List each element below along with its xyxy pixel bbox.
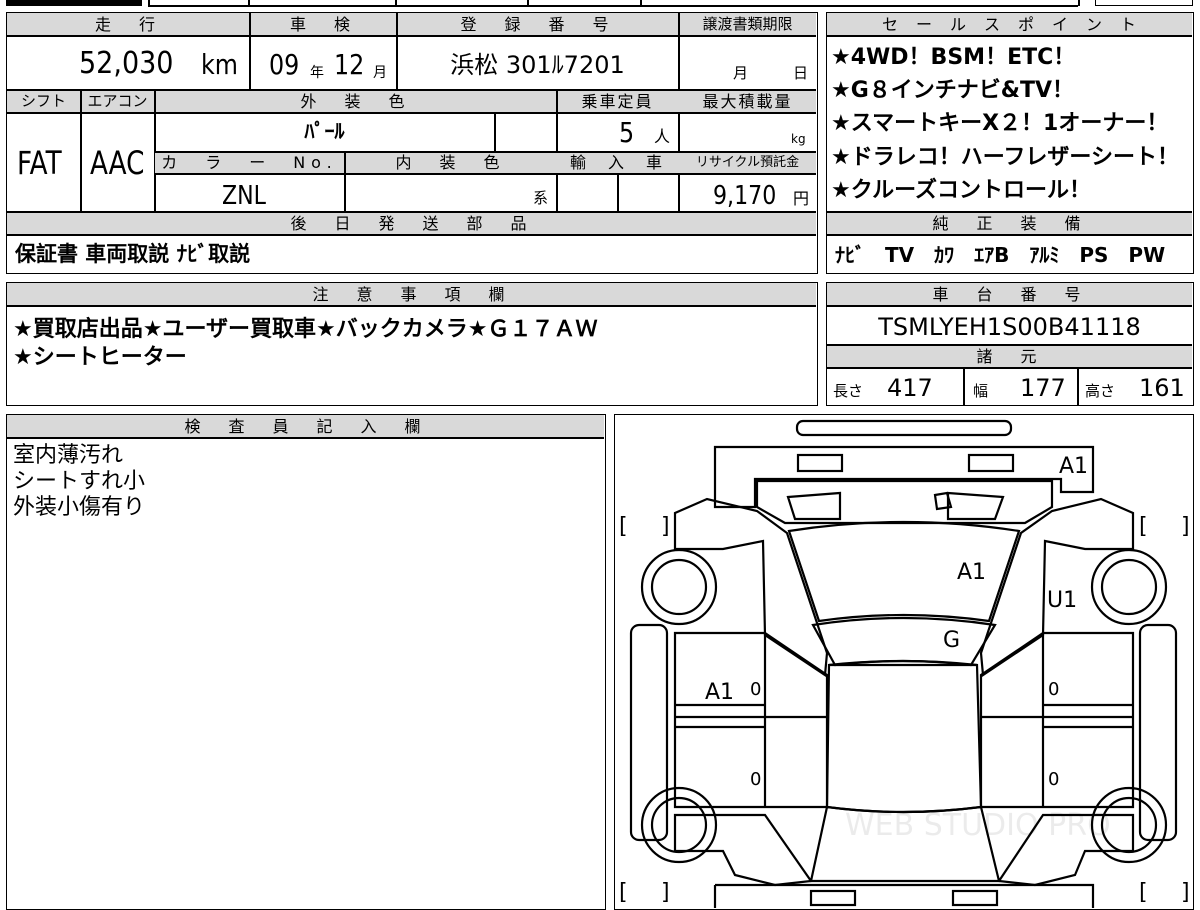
mileage-value: 52,030 bbox=[79, 46, 174, 81]
bracket-right-top-close: ] bbox=[1181, 514, 1190, 539]
width-label: 幅 bbox=[973, 382, 989, 400]
inspection-year: 09 bbox=[269, 48, 300, 81]
inspector-header: 検 査 員 記 入 欄 bbox=[184, 417, 427, 436]
door-mark-right-rear: 0 bbox=[1048, 769, 1059, 790]
interior-color-suffix: 系 bbox=[533, 189, 549, 207]
width-value: 177 bbox=[1020, 374, 1066, 402]
exterior-color-header: 外 装 色 bbox=[300, 92, 411, 111]
watermark: WEB STUDIO PRO bbox=[845, 808, 1111, 843]
door-mark-right-front: 0 bbox=[1048, 679, 1059, 700]
inspector-panel: 検 査 員 記 入 欄 室内薄汚れ シートすれ小 外装小傷有り bbox=[6, 414, 606, 910]
bracket-left-bottom-open: [ bbox=[619, 880, 628, 905]
chassis-number: TSMLYEH1S00B41118 bbox=[878, 313, 1141, 341]
damage-mark-windshield: G bbox=[943, 628, 960, 653]
inspection-month-unit: 月 bbox=[373, 65, 387, 81]
notes-line: ★シートヒーター bbox=[13, 345, 187, 370]
capacity-unit: 人 bbox=[654, 127, 671, 146]
height-value: 161 bbox=[1139, 374, 1185, 402]
sales-point-item: ★4WD！BSM！ETC！ bbox=[831, 45, 1076, 70]
registration-header: 登 録 番 号 bbox=[460, 15, 615, 34]
aircon-header: エアコン bbox=[87, 92, 148, 110]
inspector-note: 外装小傷有り bbox=[13, 495, 146, 520]
bracket-right-bottom-open: [ bbox=[1139, 880, 1148, 905]
bracket-right-bottom-close: ] bbox=[1181, 880, 1190, 905]
sales-points-header: セ ー ル ス ポ イ ン ト bbox=[881, 15, 1137, 34]
import-header: 輸 入 車 bbox=[569, 153, 665, 172]
bracket-left-top-open: [ bbox=[619, 514, 628, 539]
sales-point-item: ★スマートキーX２！1オーナー！ bbox=[831, 111, 1169, 136]
door-mark-left-front: 0 bbox=[750, 679, 761, 700]
max-load-header: 最大積載量 bbox=[702, 92, 793, 111]
inspector-note: シートすれ小 bbox=[13, 469, 146, 494]
transfer-deadline-header: 譲渡書類期限 bbox=[702, 15, 793, 33]
specs-header: 諸 元 bbox=[976, 347, 1043, 366]
capacity-header: 乗車定員 bbox=[581, 92, 654, 111]
sales-points-panel: セ ー ル ス ポ イ ン ト ★4WD！BSM！ETC！ ★G８インチナビ&T… bbox=[826, 12, 1194, 274]
later-parts-header: 後 日 発 送 部 品 bbox=[290, 214, 533, 233]
recycle-unit: 円 bbox=[793, 189, 810, 208]
max-load-unit: kg bbox=[791, 132, 806, 146]
height-label: 高さ bbox=[1085, 382, 1116, 400]
interior-color-header: 内 装 色 bbox=[395, 153, 506, 172]
notes-header: 注 意 事 項 欄 bbox=[312, 285, 511, 304]
shift-header: シフト bbox=[20, 92, 66, 110]
damage-mark-front-bumper: A1 bbox=[1059, 454, 1088, 479]
chassis-header: 車 台 番 号 bbox=[932, 285, 1087, 304]
inspection-header: 車 検 bbox=[289, 15, 356, 34]
deadline-month-unit: 月 bbox=[733, 64, 749, 82]
inspection-year-unit: 年 bbox=[310, 65, 324, 81]
car-diagram: [ ] [ ] [ ] [ ] A1 A1 G U1 A1 0 0 0 0 WE… bbox=[619, 419, 1190, 908]
notes-panel: 注 意 事 項 欄 ★買取店出品★ユーザー買取車★バックカメラ★Ｇ１７ＡＷ ★シ… bbox=[6, 282, 818, 406]
top-black-tab bbox=[6, 0, 142, 6]
bracket-left-top-close: ] bbox=[661, 514, 670, 539]
damage-diagram-panel: [ ] [ ] [ ] [ ] A1 A1 G U1 A1 0 0 0 0 WE… bbox=[614, 414, 1194, 910]
inspection-month: 12 bbox=[334, 48, 365, 81]
recycle-header: リサイクル預託金 bbox=[695, 155, 800, 170]
bracket-right-top-open: [ bbox=[1139, 514, 1148, 539]
inspector-note: 室内薄汚れ bbox=[13, 443, 124, 468]
genuine-equipment-header: 純 正 装 備 bbox=[932, 214, 1087, 233]
length-value: 417 bbox=[887, 374, 933, 402]
genuine-equipment-value: ﾅﾋﾞ TV ｶﾜ ｴｱB ｱﾙﾐ PS PW bbox=[835, 243, 1166, 267]
shift-value: FAT bbox=[17, 144, 62, 182]
notes-line: ★買取店出品★ユーザー買取車★バックカメラ★Ｇ１７ＡＷ bbox=[13, 317, 598, 342]
later-parts-value: 保証書 車両取説 ﾅﾋﾞ取説 bbox=[15, 242, 251, 266]
mileage-header: 走 行 bbox=[94, 15, 161, 34]
recycle-value: 9,170 bbox=[713, 181, 777, 211]
deadline-day-unit: 日 bbox=[793, 64, 809, 82]
color-no-header: カ ラ ー No. bbox=[161, 153, 338, 172]
door-mark-left-rear: 0 bbox=[750, 769, 761, 790]
damage-mark-hood: A1 bbox=[957, 560, 986, 585]
capacity-value: 5 bbox=[619, 116, 635, 149]
mileage-unit: km bbox=[201, 48, 238, 81]
damage-mark-right-fender: U1 bbox=[1047, 588, 1077, 613]
sales-point-item: ★クルーズコントロール！ bbox=[831, 178, 1091, 203]
sales-point-item: ★ドラレコ！ハーフレザーシート！ bbox=[831, 145, 1179, 170]
bracket-left-bottom-close: ] bbox=[661, 880, 670, 905]
sales-point-item: ★G８インチナビ&TV！ bbox=[831, 78, 1074, 103]
aircon-value: AAC bbox=[90, 144, 145, 182]
chassis-specs-panel: 車 台 番 号 TSMLYEH1S00B41118 諸 元 長さ 417 幅 1… bbox=[826, 282, 1194, 406]
exterior-color-value: ﾊﾟｰﾙ bbox=[304, 119, 345, 143]
plate-number: 浜松 301ﾙ7201 bbox=[450, 51, 625, 79]
damage-mark-left-front-door: A1 bbox=[705, 680, 734, 705]
color-no-value: ZNL bbox=[222, 181, 266, 211]
vehicle-info-table: 走 行 車 検 登 録 番 号 譲渡書類期限 52,030 km 09 年 12… bbox=[6, 12, 818, 274]
length-label: 長さ bbox=[833, 382, 864, 400]
